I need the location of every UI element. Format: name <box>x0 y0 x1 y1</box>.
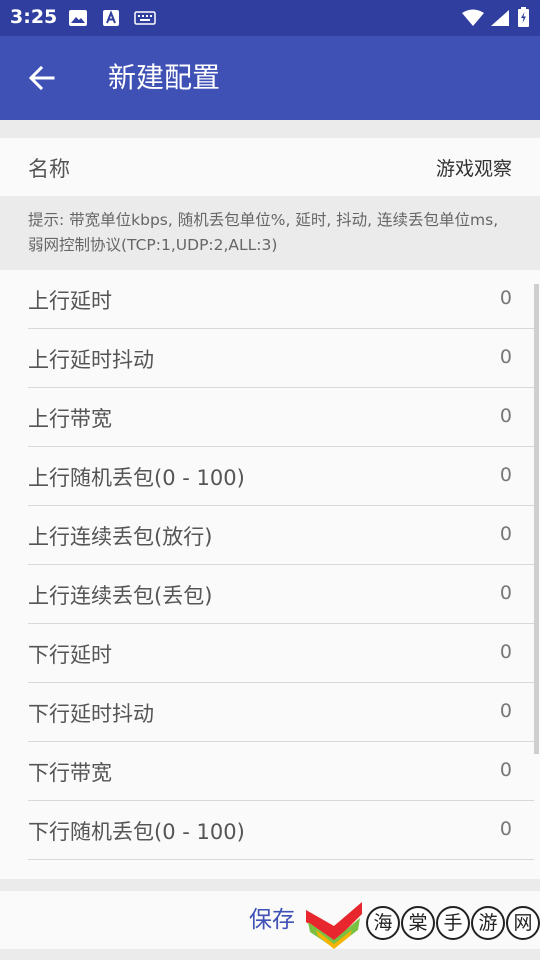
setting-label: 下行延时 <box>28 643 112 667</box>
setting-label: 下行延时抖动 <box>28 702 154 726</box>
setting-label: 上行带宽 <box>28 407 112 431</box>
watermark-char: 海 <box>366 906 400 940</box>
setting-label: 下行带宽 <box>28 761 112 785</box>
setting-row[interactable]: 上行延时抖动 0 <box>28 329 534 388</box>
setting-row[interactable]: 上行带宽 0 <box>28 388 534 447</box>
setting-value[interactable]: 0 <box>500 582 512 604</box>
setting-label: 上行连续丢包(放行) <box>28 525 213 549</box>
setting-row[interactable]: 下行延时 0 <box>28 624 534 683</box>
setting-row[interactable]: 下行带宽 0 <box>28 742 534 801</box>
name-label: 名称 <box>28 157 70 181</box>
setting-row[interactable]: 上行连续丢包(丢包) 0 <box>28 565 534 624</box>
watermark-char: 棠 <box>401 906 435 940</box>
watermark-char: 手 <box>436 906 470 940</box>
setting-label: 下行随机丢包(0 - 100) <box>28 820 245 844</box>
setting-value[interactable]: 0 <box>500 346 512 368</box>
name-value[interactable]: 游戏观察 <box>436 154 512 181</box>
status-bar: 3:25 <box>0 0 540 36</box>
setting-label: 上行随机丢包(0 - 100) <box>28 466 245 490</box>
setting-value[interactable]: 0 <box>500 641 512 663</box>
wifi-icon <box>462 9 484 26</box>
back-button[interactable] <box>18 54 66 102</box>
watermark-char: 网 <box>506 906 540 940</box>
setting-value[interactable]: 0 <box>500 700 512 722</box>
setting-value[interactable]: 0 <box>500 464 512 486</box>
save-button[interactable]: 保存 <box>236 899 308 941</box>
hint-panel: 提示: 带宽单位kbps, 随机丢包单位%, 延时, 抖动, 连续丢包单位ms,… <box>0 196 540 270</box>
setting-label: 上行延时 <box>28 289 112 313</box>
setting-row[interactable]: 上行连续丢包(放行) 0 <box>28 506 534 565</box>
watermark-logo-icon <box>306 902 362 949</box>
settings-list[interactable]: 上行延时 0 上行延时抖动 0 上行带宽 0 上行随机丢包(0 - 100) 0… <box>0 270 540 879</box>
name-row[interactable]: 名称 游戏观察 <box>0 138 540 196</box>
battery-icon <box>518 7 529 27</box>
watermark-text: 海 棠 手 游 网 <box>366 906 540 940</box>
setting-value[interactable]: 0 <box>500 759 512 781</box>
a-icon <box>103 10 119 26</box>
page-title: 新建配置 <box>108 61 221 94</box>
watermark-char: 游 <box>471 906 505 940</box>
setting-value[interactable]: 0 <box>500 818 512 840</box>
image-icon <box>69 10 87 26</box>
signal-icon <box>491 10 509 26</box>
setting-row[interactable]: 上行延时 0 <box>28 270 534 329</box>
app-bar: 新建配置 <box>0 36 540 120</box>
setting-value[interactable]: 0 <box>500 287 512 309</box>
scrollbar[interactable] <box>534 284 539 754</box>
status-time: 3:25 <box>10 6 58 28</box>
setting-row[interactable]: 下行延时抖动 0 <box>28 683 534 742</box>
setting-label: 上行延时抖动 <box>28 348 154 372</box>
arrow-left-icon <box>28 65 55 91</box>
setting-label: 上行连续丢包(丢包) <box>28 584 213 608</box>
setting-row[interactable]: 上行随机丢包(0 - 100) 0 <box>28 447 534 506</box>
hint-text: 提示: 带宽单位kbps, 随机丢包单位%, 延时, 抖动, 连续丢包单位ms,… <box>28 211 499 254</box>
keyboard-icon <box>134 11 156 25</box>
setting-row[interactable]: 下行随机丢包(0 - 100) 0 <box>28 801 534 860</box>
setting-value[interactable]: 0 <box>500 523 512 545</box>
setting-value[interactable]: 0 <box>500 405 512 427</box>
